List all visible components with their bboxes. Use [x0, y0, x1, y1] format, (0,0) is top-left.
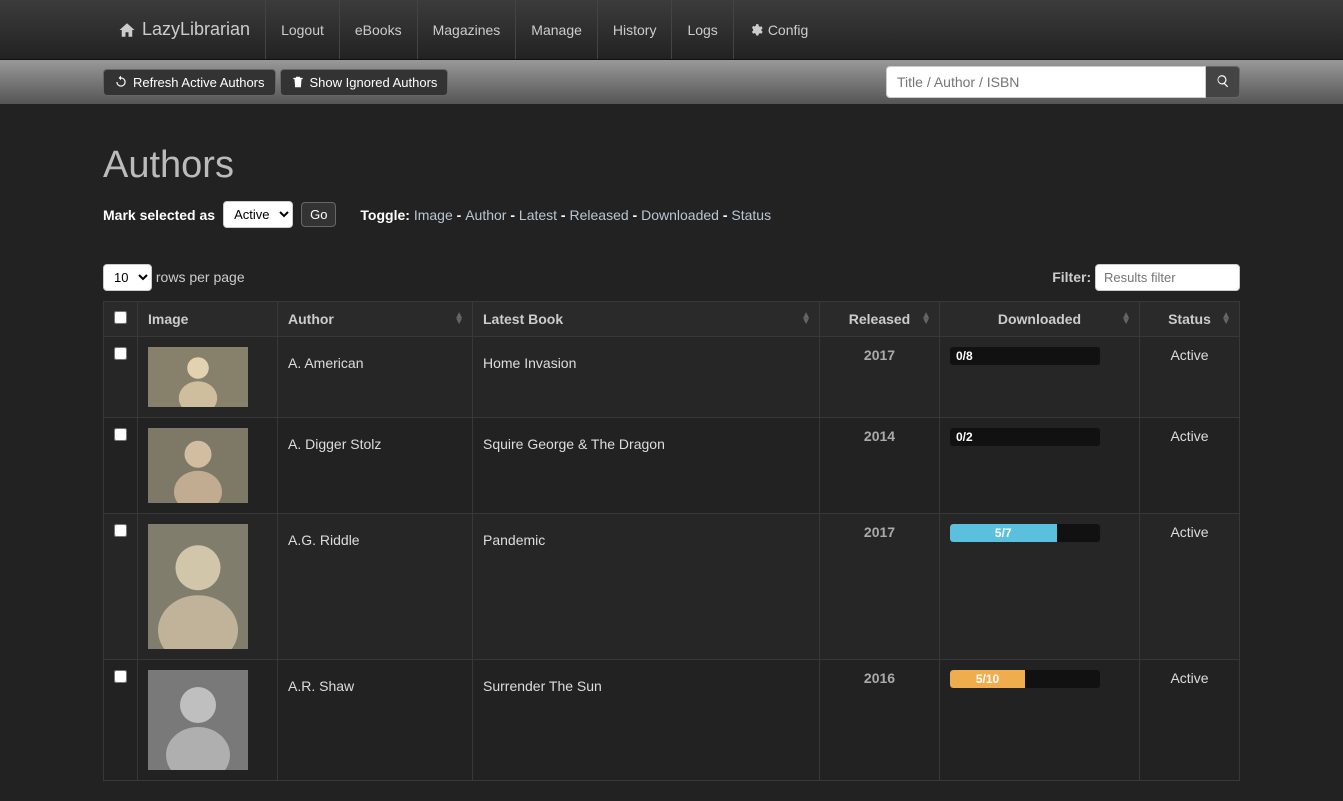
author-name[interactable]: A. Digger Stolz — [288, 436, 381, 452]
progress-bar: 0/2 — [950, 428, 1100, 446]
toggle-author[interactable]: Author — [465, 207, 506, 223]
authors-table: Image Author▲▼ Latest Book▲▼ Released▲▼ … — [103, 301, 1240, 781]
row-checkbox[interactable] — [114, 428, 127, 441]
author-image[interactable] — [148, 670, 248, 770]
filter-input[interactable] — [1095, 264, 1240, 291]
status-badge: Active — [1140, 418, 1240, 514]
status-badge: Active — [1140, 514, 1240, 660]
toggle-image[interactable]: Image — [414, 207, 453, 223]
search-icon — [1216, 74, 1230, 88]
toggle-downloaded[interactable]: Downloaded — [641, 207, 719, 223]
sort-icon: ▲▼ — [921, 313, 931, 325]
col-image[interactable]: Image — [138, 302, 278, 337]
refresh-active-authors-button[interactable]: Refresh Active Authors — [103, 69, 276, 96]
page-title: Authors — [103, 144, 1240, 187]
search-button[interactable] — [1206, 66, 1240, 98]
latest-book[interactable]: Squire George & The Dragon — [483, 436, 665, 452]
col-author[interactable]: Author▲▼ — [278, 302, 473, 337]
toggle-status[interactable]: Status — [731, 207, 771, 223]
progress-bar: 5/7 — [950, 524, 1057, 542]
download-progress: 0/2 — [950, 428, 1100, 446]
download-progress: 5/10 — [950, 670, 1100, 688]
nav-magazines[interactable]: Magazines — [418, 0, 516, 60]
nav-logout[interactable]: Logout — [266, 0, 339, 60]
released-year: 2017 — [820, 514, 940, 660]
table-row: A.G. Riddle Pandemic 2017 5/7 Active — [104, 514, 1240, 660]
released-year: 2017 — [820, 337, 940, 418]
table-row: A.R. Shaw Surrender The Sun 2016 5/10 Active — [104, 660, 1240, 781]
latest-book[interactable]: Pandemic — [483, 532, 545, 548]
subnav: Refresh Active Authors Show Ignored Auth… — [0, 60, 1343, 104]
released-year: 2014 — [820, 418, 940, 514]
navbar: LazyLibrarian Logout eBooks Magazines Ma… — [0, 0, 1343, 60]
download-progress: 0/8 — [950, 347, 1100, 365]
go-button[interactable]: Go — [301, 202, 336, 227]
author-image[interactable] — [148, 428, 248, 503]
progress-bar: 5/10 — [950, 670, 1025, 688]
row-checkbox[interactable] — [114, 670, 127, 683]
nav-logs[interactable]: Logs — [672, 0, 732, 60]
toggle-section: Toggle: Image - Author - Latest - Releas… — [360, 207, 771, 223]
controls-row: Mark selected as Active Go Toggle: Image… — [103, 201, 1240, 228]
nav-config[interactable]: Config — [734, 0, 823, 60]
search-input[interactable] — [886, 66, 1206, 98]
rows-select[interactable]: 10 — [103, 264, 152, 291]
sort-icon: ▲▼ — [1221, 313, 1231, 325]
row-checkbox[interactable] — [114, 524, 127, 537]
filter-wrap: Filter: — [1052, 264, 1240, 291]
author-name[interactable]: A.G. Riddle — [288, 532, 360, 548]
toggle-latest[interactable]: Latest — [519, 207, 557, 223]
author-image[interactable] — [148, 524, 248, 649]
nav-manage[interactable]: Manage — [516, 0, 597, 60]
row-checkbox[interactable] — [114, 347, 127, 360]
status-badge: Active — [1140, 337, 1240, 418]
table-row: A. American Home Invasion 2017 0/8 Active — [104, 337, 1240, 418]
nav-links: Logout eBooks Magazines Manage History L… — [265, 0, 823, 59]
home-icon — [118, 21, 136, 39]
download-progress: 5/7 — [950, 524, 1100, 542]
sort-icon: ▲▼ — [1121, 313, 1131, 325]
gear-icon — [749, 23, 763, 37]
col-status[interactable]: Status▲▼ — [1140, 302, 1240, 337]
sort-icon: ▲▼ — [801, 313, 811, 325]
col-downloaded[interactable]: Downloaded▲▼ — [940, 302, 1140, 337]
toggle-released[interactable]: Released — [570, 207, 629, 223]
brand-text: LazyLibrarian — [142, 19, 250, 40]
brand[interactable]: LazyLibrarian — [103, 0, 265, 59]
show-ignored-authors-button[interactable]: Show Ignored Authors — [280, 69, 449, 96]
nav-history[interactable]: History — [598, 0, 672, 60]
trash-icon — [291, 75, 305, 89]
status-badge: Active — [1140, 660, 1240, 781]
author-image[interactable] — [148, 347, 248, 407]
nav-ebooks[interactable]: eBooks — [340, 0, 417, 60]
released-year: 2016 — [820, 660, 940, 781]
table-row: A. Digger Stolz Squire George & The Drago… — [104, 418, 1240, 514]
progress-bar: 0/8 — [950, 347, 1100, 365]
select-all-checkbox[interactable] — [114, 311, 127, 324]
latest-book[interactable]: Home Invasion — [483, 355, 576, 371]
author-name[interactable]: A. American — [288, 355, 363, 371]
mark-select[interactable]: Active — [223, 201, 293, 228]
mark-label: Mark selected as — [103, 207, 215, 223]
col-released[interactable]: Released▲▼ — [820, 302, 940, 337]
sort-icon: ▲▼ — [454, 313, 464, 325]
col-latest[interactable]: Latest Book▲▼ — [473, 302, 820, 337]
rows-per-page: 10 rows per page — [103, 264, 245, 291]
refresh-icon — [114, 75, 128, 89]
author-name[interactable]: A.R. Shaw — [288, 678, 354, 694]
latest-book[interactable]: Surrender The Sun — [483, 678, 602, 694]
